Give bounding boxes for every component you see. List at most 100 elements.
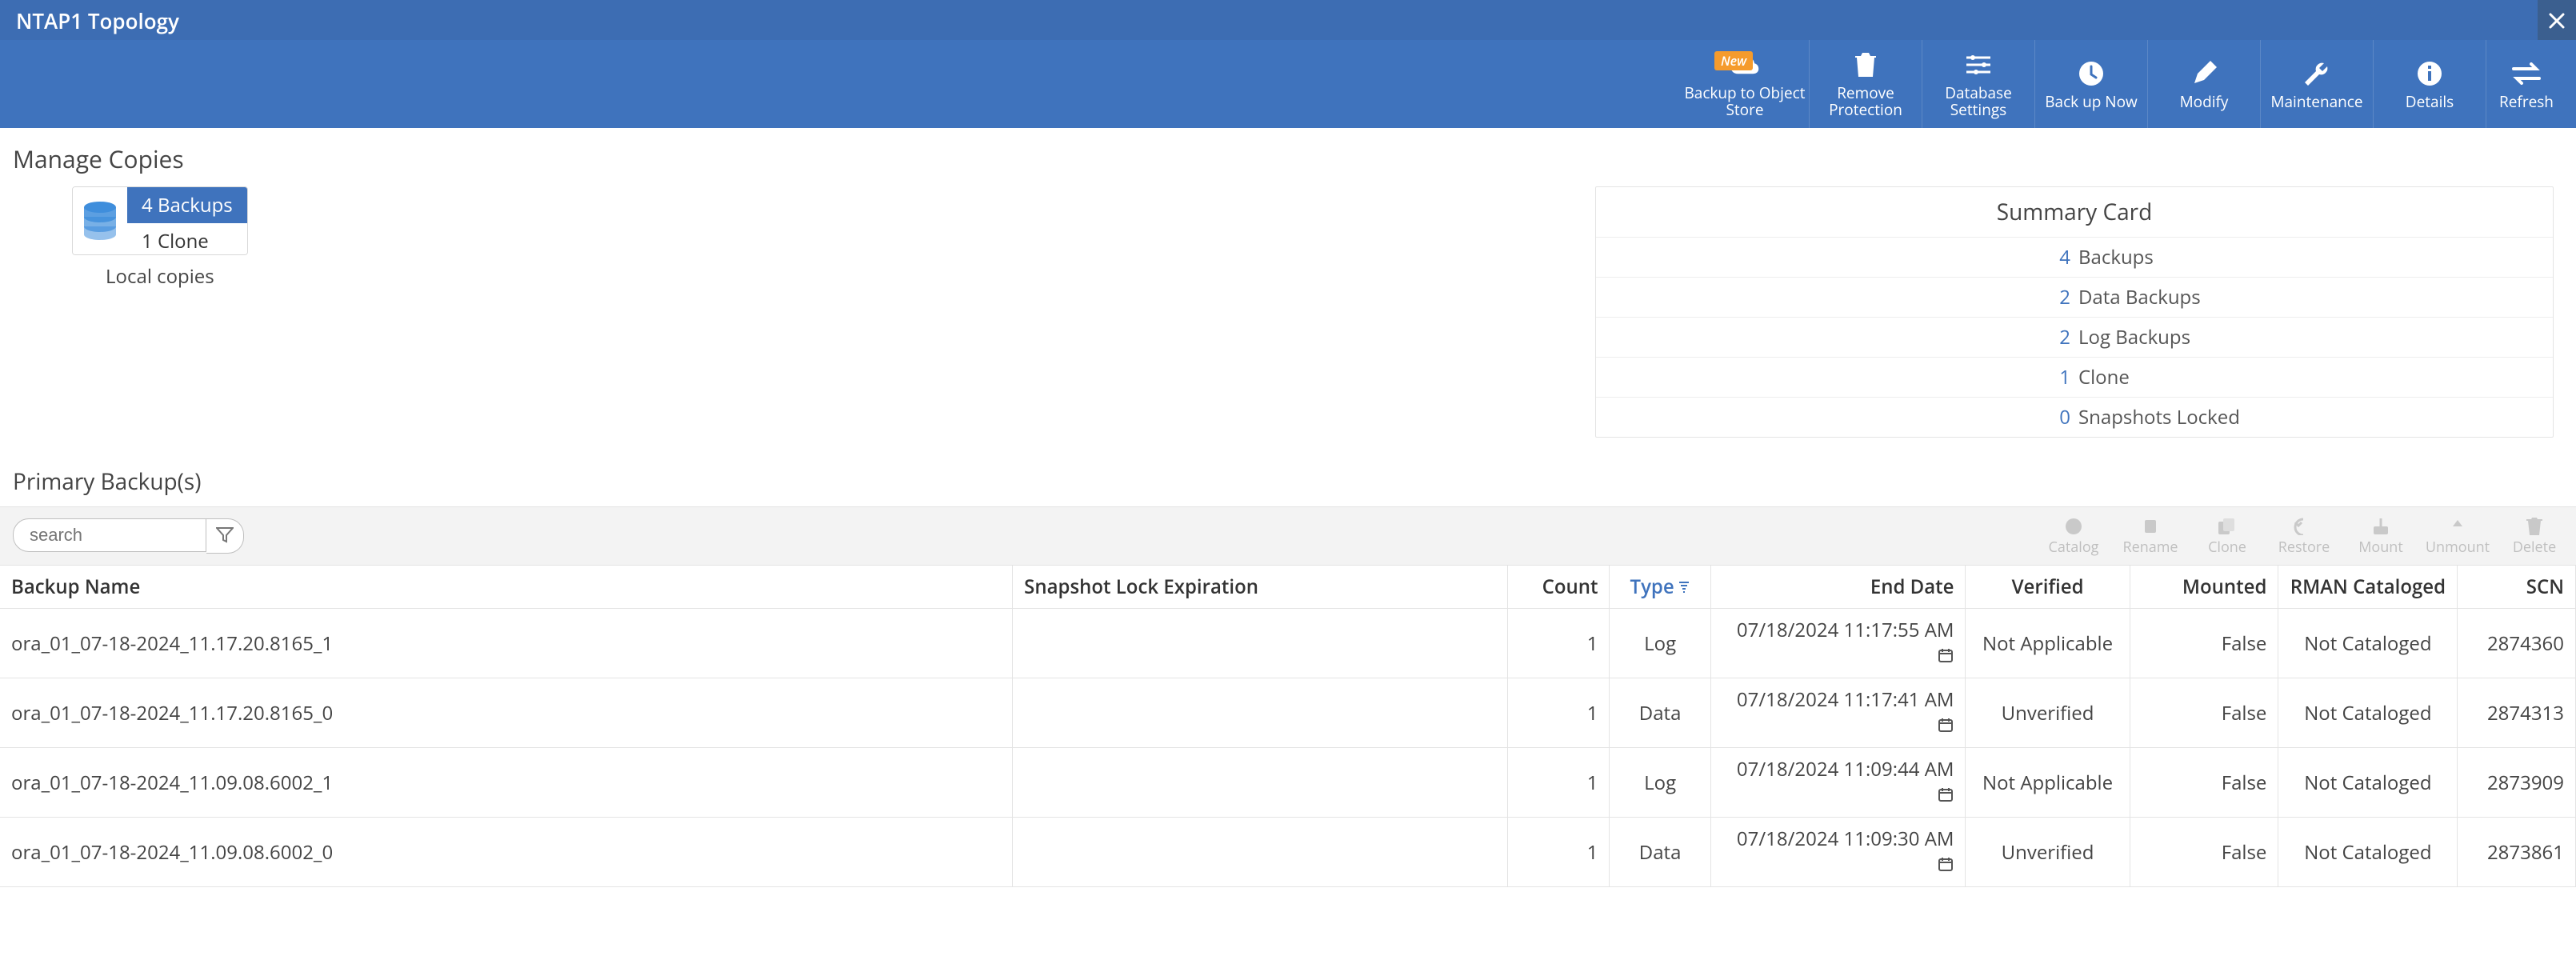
cell-backup-name: ora_01_07-18-2024_11.09.08.6002_0 bbox=[0, 818, 1013, 887]
remove-protection-label: Remove Protection bbox=[1810, 85, 1922, 118]
summary-row-log-backups: 2 Log Backups bbox=[1596, 317, 2553, 357]
maintenance-label: Maintenance bbox=[2270, 94, 2362, 110]
cell-type: Data bbox=[1610, 818, 1710, 887]
col-rman[interactable]: RMAN Cataloged bbox=[2278, 566, 2458, 609]
catalog-label: Catalog bbox=[2049, 538, 2099, 557]
table-row[interactable]: ora_01_07-18-2024_11.17.20.8165_11Log07/… bbox=[0, 609, 2576, 678]
clone-icon bbox=[2216, 515, 2238, 538]
cell-count: 1 bbox=[1508, 609, 1610, 678]
col-type-label: Type bbox=[1630, 574, 1674, 600]
backups-count-badge: 4 Backups bbox=[127, 187, 247, 223]
cell-type: Data bbox=[1610, 678, 1710, 748]
col-type[interactable]: Type bbox=[1610, 566, 1710, 609]
cell-backup-name: ora_01_07-18-2024_11.17.20.8165_1 bbox=[0, 609, 1013, 678]
summary-data-backups-link[interactable]: 2 bbox=[1596, 284, 2078, 310]
summary-clone-link[interactable]: 1 bbox=[1596, 364, 2078, 390]
sliders-icon bbox=[1963, 50, 1994, 80]
summary-clone-label: Clone bbox=[2078, 364, 2553, 390]
restore-action: Restore bbox=[2275, 515, 2333, 557]
primary-backups-toolbar: Catalog Rename Clone Restore Mount Unmou… bbox=[0, 506, 2576, 566]
summary-snapshots-link[interactable]: 0 bbox=[1596, 404, 2078, 430]
col-scn[interactable]: SCN bbox=[2458, 566, 2576, 609]
local-copies-card[interactable]: 4 Backups 1 Clone bbox=[72, 186, 248, 255]
maintenance-button[interactable]: Maintenance bbox=[2260, 40, 2373, 128]
col-count[interactable]: Count bbox=[1508, 566, 1610, 609]
summary-card: Summary Card 4 Backups 2 Data Backups 2 … bbox=[1595, 186, 2554, 438]
delete-icon bbox=[2523, 515, 2546, 538]
main-toolbar: New Backup to Object Store Remove Protec… bbox=[0, 40, 2576, 128]
cell-sle bbox=[1013, 678, 1508, 748]
calendar-icon bbox=[1938, 713, 1954, 739]
table-row[interactable]: ora_01_07-18-2024_11.09.08.6002_0 1Data07… bbox=[0, 818, 2576, 887]
clone-action: Clone bbox=[2198, 515, 2256, 557]
sort-desc-icon bbox=[1678, 574, 1690, 600]
mount-icon bbox=[2370, 515, 2392, 538]
database-settings-button[interactable]: Database Settings bbox=[1922, 40, 2034, 128]
summary-log-backups-link[interactable]: 2 bbox=[1596, 324, 2078, 350]
new-badge: New bbox=[1714, 51, 1753, 70]
cell-end-date: 07/18/2024 11:17:41 AM bbox=[1710, 678, 1966, 748]
unmount-action: Unmount bbox=[2429, 515, 2486, 557]
table-row[interactable]: ora_01_07-18-2024_11.17.20.8165_01Data07… bbox=[0, 678, 2576, 748]
wrench-icon bbox=[2302, 58, 2332, 89]
summary-backups-link[interactable]: 4 bbox=[1596, 244, 2078, 270]
modify-label: Modify bbox=[2180, 94, 2229, 110]
details-button[interactable]: Details bbox=[2373, 40, 2486, 128]
mount-action: Mount bbox=[2352, 515, 2410, 557]
remove-protection-button[interactable]: Remove Protection bbox=[1809, 40, 1922, 128]
summary-row-data-backups: 2 Data Backups bbox=[1596, 277, 2553, 317]
col-snapshot-lock[interactable]: Snapshot Lock Expiration bbox=[1013, 566, 1508, 609]
cell-type: Log bbox=[1610, 748, 1710, 818]
cell-verified: Unverified bbox=[1966, 818, 2130, 887]
clones-count-badge: 1 Clone bbox=[127, 223, 247, 255]
search-input[interactable] bbox=[13, 518, 206, 552]
cell-mounted: False bbox=[2130, 609, 2278, 678]
cell-end-date: 07/18/2024 11:17:55 AM bbox=[1710, 609, 1966, 678]
cell-end-date: 07/18/2024 11:09:44 AM bbox=[1710, 748, 1966, 818]
table-row[interactable]: ora_01_07-18-2024_11.09.08.6002_11Log07/… bbox=[0, 748, 2576, 818]
back-up-now-label: Back up Now bbox=[2045, 94, 2138, 110]
table-header-row: Backup Name Snapshot Lock Expiration Cou… bbox=[0, 566, 2576, 609]
calendar-icon bbox=[1938, 643, 1954, 670]
cell-scn: 2873861 bbox=[2458, 818, 2576, 887]
back-up-now-button[interactable]: Back up Now bbox=[2034, 40, 2147, 128]
cell-backup-name: ora_01_07-18-2024_11.17.20.8165_0 bbox=[0, 678, 1013, 748]
cell-count: 1 bbox=[1508, 818, 1610, 887]
clone-label: Clone bbox=[2208, 538, 2246, 557]
pencil-icon bbox=[2189, 58, 2219, 89]
col-backup-name[interactable]: Backup Name bbox=[0, 566, 1013, 609]
cell-scn: 2874360 bbox=[2458, 609, 2576, 678]
close-button[interactable] bbox=[2538, 0, 2576, 40]
col-end-date[interactable]: End Date bbox=[1710, 566, 1966, 609]
col-verified[interactable]: Verified bbox=[1966, 566, 2130, 609]
modify-button[interactable]: Modify bbox=[2147, 40, 2260, 128]
cell-verified: Not Applicable bbox=[1966, 609, 2130, 678]
cell-sle bbox=[1013, 748, 1508, 818]
cell-mounted: False bbox=[2130, 818, 2278, 887]
cell-verified: Not Applicable bbox=[1966, 748, 2130, 818]
cell-sle bbox=[1013, 818, 1508, 887]
refresh-button[interactable]: Refresh bbox=[2486, 40, 2566, 128]
catalog-action: Catalog bbox=[2045, 515, 2102, 557]
local-copies-label: Local copies bbox=[72, 263, 248, 290]
summary-row-clone: 1 Clone bbox=[1596, 357, 2553, 397]
cell-rman: Not Cataloged bbox=[2278, 678, 2458, 748]
catalog-icon bbox=[2062, 515, 2085, 538]
calendar-icon bbox=[1938, 782, 1954, 809]
filter-button[interactable] bbox=[206, 518, 244, 554]
page-title: NTAP1 Topology bbox=[16, 6, 179, 35]
unmount-icon bbox=[2446, 515, 2469, 538]
cell-end-date: 07/18/2024 11:09:30 AM bbox=[1710, 818, 1966, 887]
manage-copies-title: Manage Copies bbox=[13, 142, 2576, 175]
col-mounted[interactable]: Mounted bbox=[2130, 566, 2278, 609]
cell-verified: Unverified bbox=[1966, 678, 2130, 748]
cell-scn: 2873909 bbox=[2458, 748, 2576, 818]
trash-icon bbox=[1850, 50, 1881, 80]
rename-label: Rename bbox=[2122, 538, 2178, 557]
summary-snapshots-label: Snapshots Locked bbox=[2078, 404, 2553, 430]
summary-data-backups-label: Data Backups bbox=[2078, 284, 2553, 310]
backup-to-object-store-button[interactable]: New Backup to Object Store bbox=[1681, 40, 1809, 128]
summary-log-backups-label: Log Backups bbox=[2078, 324, 2553, 350]
cell-mounted: False bbox=[2130, 748, 2278, 818]
clock-icon bbox=[2076, 58, 2106, 89]
